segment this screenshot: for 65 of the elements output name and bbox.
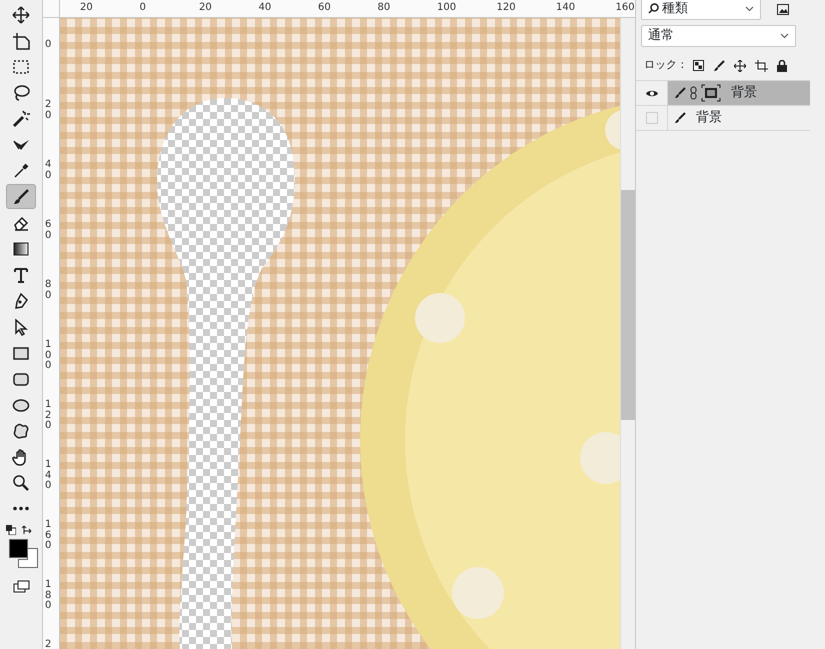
background-color-swatch[interactable] — [18, 548, 38, 568]
layer-row[interactable]: 背景 — [668, 81, 810, 105]
filter-dropdown[interactable]: 種類 — [641, 0, 761, 20]
lock-position-icon[interactable] — [734, 60, 746, 72]
brush-icon — [674, 112, 686, 124]
ruler-label: 100 — [437, 3, 456, 13]
ruler-label: 0 — [140, 3, 146, 13]
ruler-label: 40 — [258, 3, 272, 13]
ruler-label: 120 — [496, 3, 516, 13]
screen-mode-icon[interactable] — [13, 580, 31, 594]
ruler-label: 160 — [616, 3, 635, 13]
marquee-icon — [12, 58, 30, 76]
type-icon — [12, 266, 30, 284]
default-colors-icon[interactable] — [6, 525, 16, 535]
blend-mode-value: 通常 — [648, 27, 674, 46]
lock-pixels-icon[interactable] — [713, 60, 726, 72]
ruler-label: 160 — [45, 520, 52, 552]
scrollbar-thumb[interactable] — [621, 190, 636, 420]
foreground-color-swatch[interactable] — [9, 539, 28, 558]
layer-name: 背景 — [696, 109, 722, 128]
ruler-label: 140 — [556, 3, 576, 13]
ruler-label: 140 — [45, 460, 52, 492]
eye-icon[interactable] — [644, 88, 658, 98]
layer-mask-thumbnail[interactable] — [701, 84, 721, 102]
ruler-label: 20 — [199, 3, 212, 13]
image-filter-icon[interactable] — [777, 4, 789, 14]
artboard-icon — [12, 32, 30, 50]
ruler-label: 20 — [80, 3, 93, 13]
ruler-label: 80 — [378, 3, 390, 13]
caret-icon — [780, 33, 789, 39]
gradient-icon — [12, 240, 30, 258]
ruler-label: 40 — [45, 160, 52, 181]
ruler-label: 60 — [318, 3, 331, 13]
lock-transparency-icon[interactable] — [693, 60, 704, 71]
ruler-label: 20 — [45, 100, 52, 121]
layer-row[interactable]: 背景 — [668, 106, 810, 130]
caret-icon — [745, 6, 754, 12]
ruler-label: 100 — [45, 340, 52, 372]
zoom-icon — [12, 474, 30, 492]
visibility-checkbox[interactable] — [646, 112, 658, 124]
eyedropper-icon — [12, 162, 30, 180]
brush-icon — [12, 188, 30, 206]
search-icon — [648, 3, 659, 14]
lasso-icon — [12, 84, 30, 102]
link-icon[interactable] — [690, 86, 697, 100]
brush-tool[interactable] — [6, 184, 36, 209]
ruler-label: 2 — [45, 640, 52, 649]
ruler-label: 120 — [45, 400, 52, 432]
move-icon — [12, 6, 30, 24]
ruler-label: 180 — [45, 580, 52, 612]
lock-label: ロック : — [644, 57, 684, 74]
swap-colors-icon[interactable] — [22, 525, 32, 535]
blend-mode-dropdown[interactable]: 通常 — [641, 25, 796, 47]
ruler-label: 80 — [45, 280, 52, 301]
custom-shape-icon — [12, 422, 30, 440]
filter-value: 種類 — [648, 0, 688, 19]
pen-nib-icon — [12, 292, 30, 310]
lock-artboard-icon[interactable] — [755, 60, 768, 72]
ruler-label: 0 — [45, 40, 52, 50]
lock-all-icon[interactable] — [777, 60, 788, 72]
layer-name: 背景 — [731, 84, 757, 102]
magic-wand-icon — [12, 110, 30, 128]
ruler-label: 60 — [45, 220, 52, 241]
brush-icon — [674, 87, 686, 99]
more-icon — [12, 506, 30, 511]
